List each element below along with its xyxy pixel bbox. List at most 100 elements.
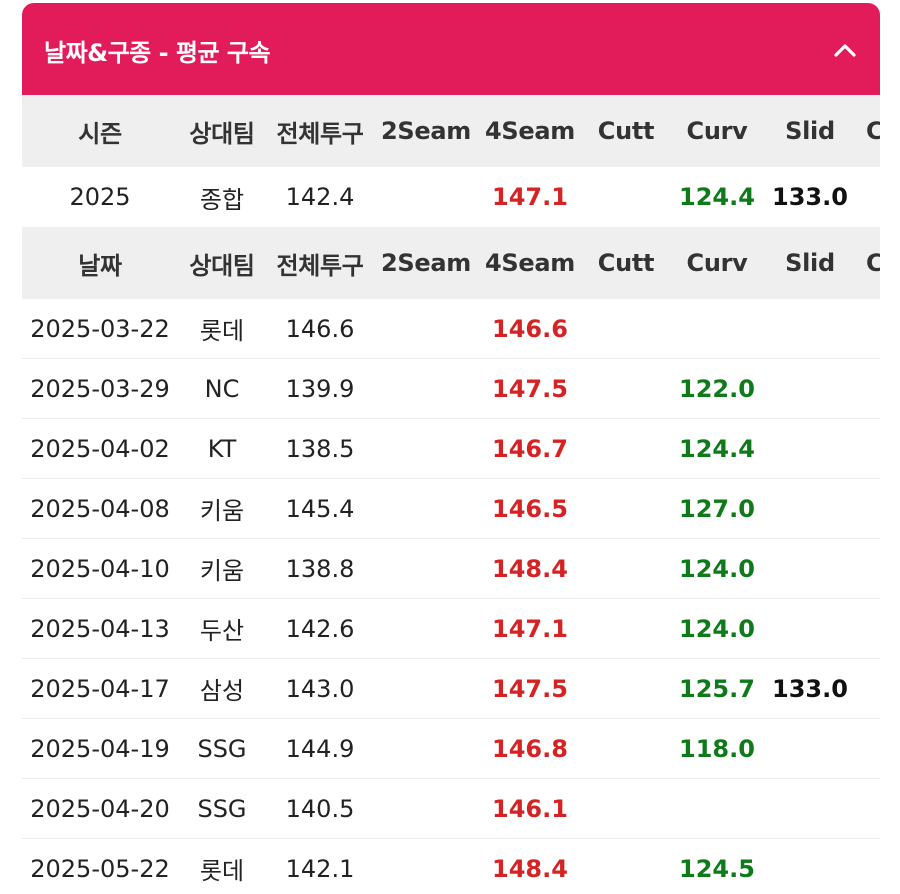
seam4-cell: 146.7 xyxy=(492,434,568,463)
c-cell xyxy=(856,779,880,838)
col-header-slid[interactable]: Slid xyxy=(764,227,856,299)
col-header-total[interactable]: 전체투구 xyxy=(266,95,374,167)
date-cell: 2025-04-19 xyxy=(30,734,170,763)
season-cell: 2025 xyxy=(69,183,131,211)
seam4-cell: 147.5 xyxy=(492,374,568,403)
total-cell: 142.1 xyxy=(285,854,355,883)
opponent-cell: 키움 xyxy=(199,497,245,525)
season-header-row: 시즌 상대팀 전체투구 2Seam 4Seam Cutt Curv Slid C xyxy=(22,95,880,167)
curv-cell: 124.4 xyxy=(679,434,755,463)
date-header-row: 날짜 상대팀 전체투구 2Seam 4Seam Cutt Curv Slid C xyxy=(22,227,880,299)
seam2-cell xyxy=(374,359,478,418)
c-cell xyxy=(856,539,880,598)
cutt-cell xyxy=(582,839,670,894)
total-cell: 138.5 xyxy=(285,434,355,463)
col-header-opponent[interactable]: 상대팀 xyxy=(178,227,266,299)
slid-cell xyxy=(764,419,856,478)
total-cell: 139.9 xyxy=(285,374,355,403)
curv-cell xyxy=(670,779,764,838)
cutt-cell xyxy=(582,419,670,478)
col-header-season[interactable]: 시즌 xyxy=(22,95,178,167)
date-cell: 2025-04-08 xyxy=(30,494,170,523)
season-summary-row: 2025 종합 142.4 147.1 124.4 133.0 xyxy=(22,167,880,227)
c-cell xyxy=(856,479,880,538)
col-header-4seam[interactable]: 4Seam xyxy=(478,95,582,167)
table-row[interactable]: 2025-04-17 삼성 143.0 147.5 125.7 133.0 xyxy=(22,659,880,719)
table-row[interactable]: 2025-04-08 키움 145.4 146.5 127.0 xyxy=(22,479,880,539)
cutt-cell xyxy=(582,719,670,778)
opponent-cell: 롯데 xyxy=(199,317,245,345)
seam2-cell xyxy=(374,599,478,658)
total-cell: 140.5 xyxy=(285,794,355,823)
seam2-cell xyxy=(374,299,478,358)
date-cell: 2025-04-17 xyxy=(30,674,170,703)
table-row[interactable]: 2025-04-10 키움 138.8 148.4 124.0 xyxy=(22,539,880,599)
opponent-cell: NC xyxy=(204,374,240,403)
cutt-cell xyxy=(582,659,670,718)
table-row[interactable]: 2025-04-20 SSG 140.5 146.1 xyxy=(22,779,880,839)
seam2-cell xyxy=(374,419,478,478)
date-cell: 2025-04-20 xyxy=(30,794,170,823)
col-header-cutt[interactable]: Cutt xyxy=(582,227,670,299)
total-cell: 146.6 xyxy=(285,314,355,343)
collapse-button[interactable] xyxy=(828,33,862,67)
opponent-cell: 키움 xyxy=(199,557,245,585)
panel-header[interactable]: 날짜&구종 - 평균 구속 xyxy=(22,3,880,95)
table-row[interactable]: 2025-03-29 NC 139.9 147.5 122.0 xyxy=(22,359,880,419)
seam4-cell: 146.6 xyxy=(492,314,568,343)
col-header-date[interactable]: 날짜 xyxy=(22,227,178,299)
col-header-c[interactable]: C xyxy=(856,227,880,299)
col-header-slid[interactable]: Slid xyxy=(764,95,856,167)
col-header-opponent[interactable]: 상대팀 xyxy=(178,95,266,167)
seam2-cell xyxy=(374,167,478,227)
cutt-cell xyxy=(582,359,670,418)
cutt-cell xyxy=(582,479,670,538)
col-header-c[interactable]: C xyxy=(856,95,880,167)
date-cell: 2025-04-13 xyxy=(30,614,170,643)
col-header-total[interactable]: 전체투구 xyxy=(266,227,374,299)
seam2-cell xyxy=(374,539,478,598)
curv-cell: 125.7 xyxy=(679,674,755,703)
chevron-up-icon xyxy=(834,44,856,57)
date-cell: 2025-04-10 xyxy=(30,554,170,583)
seam4-cell: 148.4 xyxy=(492,554,568,583)
seam2-cell xyxy=(374,659,478,718)
slid-cell xyxy=(764,599,856,658)
seam4-cell: 148.4 xyxy=(492,854,568,883)
opponent-cell: SSG xyxy=(197,794,247,823)
table-row[interactable]: 2025-05-22 롯데 142.1 148.4 124.5 xyxy=(22,839,880,894)
c-cell xyxy=(856,659,880,718)
table-row[interactable]: 2025-04-02 KT 138.5 146.7 124.4 xyxy=(22,419,880,479)
table-row[interactable]: 2025-04-19 SSG 144.9 146.8 118.0 xyxy=(22,719,880,779)
opponent-cell: 롯데 xyxy=(199,857,245,885)
opponent-cell: 두산 xyxy=(199,617,245,645)
cutt-cell xyxy=(582,539,670,598)
total-cell: 142.4 xyxy=(285,183,355,211)
date-cell: 2025-05-22 xyxy=(30,854,170,883)
table-row[interactable]: 2025-03-22 롯데 146.6 146.6 xyxy=(22,299,880,359)
slid-cell xyxy=(764,299,856,358)
slid-cell: 133.0 xyxy=(772,183,848,211)
col-header-cutt[interactable]: Cutt xyxy=(582,95,670,167)
col-header-4seam[interactable]: 4Seam xyxy=(478,227,582,299)
curv-cell: 127.0 xyxy=(679,494,755,523)
total-cell: 144.9 xyxy=(285,734,355,763)
slid-cell xyxy=(764,479,856,538)
col-header-2seam[interactable]: 2Seam xyxy=(374,227,478,299)
c-cell xyxy=(856,299,880,358)
seam2-cell xyxy=(374,779,478,838)
c-cell xyxy=(856,419,880,478)
seam4-cell: 146.8 xyxy=(492,734,568,763)
table-row[interactable]: 2025-04-13 두산 142.6 147.1 124.0 xyxy=(22,599,880,659)
seam4-cell: 147.1 xyxy=(492,614,568,643)
slid-cell: 133.0 xyxy=(772,674,848,703)
seam2-cell xyxy=(374,479,478,538)
cutt-cell xyxy=(582,167,670,227)
col-header-2seam[interactable]: 2Seam xyxy=(374,95,478,167)
opponent-cell: 삼성 xyxy=(199,677,245,705)
date-cell: 2025-03-29 xyxy=(30,374,170,403)
col-header-curv[interactable]: Curv xyxy=(670,95,764,167)
opponent-cell: 종합 xyxy=(199,185,245,214)
pitch-speed-panel: 날짜&구종 - 평균 구속 시즌 상대팀 전체투구 2Seam 4Seam Cu… xyxy=(22,3,880,894)
col-header-curv[interactable]: Curv xyxy=(670,227,764,299)
